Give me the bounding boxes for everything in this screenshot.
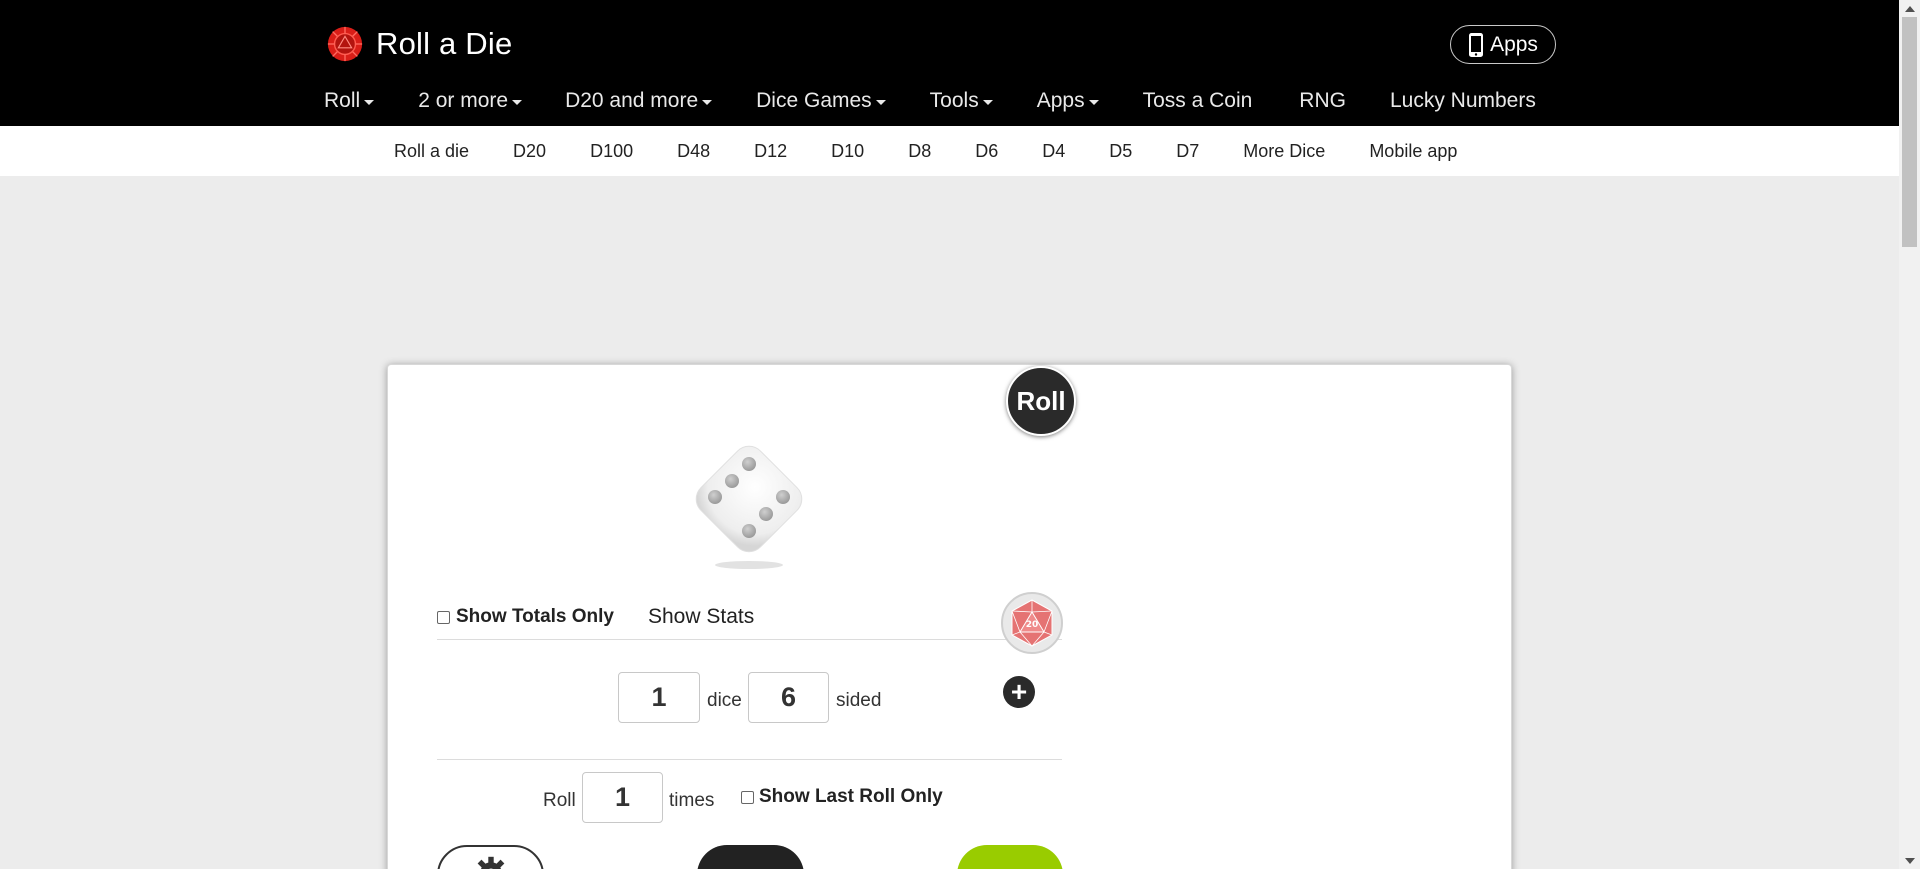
subnav-item-d48[interactable]: D48 [677,141,710,162]
nav-item-label: Roll [324,89,361,112]
roll-button[interactable]: Roll [1006,366,1076,436]
subnav-item-d100[interactable]: D100 [590,141,633,162]
show-totals-only-checkbox[interactable] [437,610,450,624]
page-scrollbar[interactable] [1899,0,1920,869]
nav-item-apps[interactable]: Apps [1037,89,1099,113]
show-last-roll-only-label: Show Last Roll Only [759,786,943,807]
scroll-down-arrow-icon[interactable] [1899,852,1920,869]
caret-down-icon [364,99,375,105]
sides-input[interactable]: 6 [748,672,829,723]
subnav-item-d5[interactable]: D5 [1109,141,1132,162]
nav-item-label: D20 and more [565,89,699,112]
roll-go-button[interactable] [957,845,1063,869]
gear-icon [477,856,505,869]
show-totals-only-label: Show Totals Only [456,606,614,627]
subnav-item-d10[interactable]: D10 [831,141,864,162]
subnav-item-mobile-app[interactable]: Mobile app [1369,141,1457,162]
nav-item-label: Tools [929,89,979,112]
dice-subnav: Roll a die D20 D100 D48 D12 D10 D8 D6 D4… [0,126,1899,176]
brand-logo-icon [327,26,363,62]
d20-icon: 20 [1011,599,1053,647]
nav-item-roll[interactable]: Roll [324,89,375,113]
roll-times-input[interactable]: 1 [582,772,663,823]
add-dice-button[interactable]: + [1003,676,1035,708]
subnav-item-d20[interactable]: D20 [513,141,546,162]
d20-button[interactable]: 20 [1001,592,1063,654]
nav-item-label: Lucky Numbers [1389,89,1536,112]
die-five-icon[interactable] [680,430,818,572]
nav-item-rng[interactable]: RNG [1299,89,1346,113]
nav-item-lucky-numbers[interactable]: Lucky Numbers [1390,89,1536,113]
show-last-roll-only-toggle[interactable]: Show Last Roll Only [741,786,943,808]
nav-item-d20-and-more[interactable]: D20 and more [565,89,713,113]
caret-down-icon [982,99,993,105]
nav-item-tools[interactable]: Tools [930,89,993,113]
apps-button[interactable]: Apps [1450,25,1556,64]
d20-icon-number: 20 [1026,620,1039,630]
show-totals-only-toggle[interactable]: Show Totals Only [437,606,614,628]
top-header: Roll a Die Apps Roll 2 or more D20 and m… [0,0,1899,126]
brand-link[interactable]: Roll a Die [326,22,512,66]
nav-item-label: Apps [1036,89,1085,112]
dice-label: dice [707,690,742,711]
nav-item-label: 2 or more [418,89,509,112]
show-last-roll-only-checkbox[interactable] [741,790,754,804]
caret-down-icon [1088,99,1099,105]
apps-button-label: Apps [1490,32,1538,56]
nav-item-label: Toss a Coin [1142,89,1253,112]
caret-down-icon [512,99,523,105]
sided-label: sided [836,690,882,711]
nav-item-toss-a-coin[interactable]: Toss a Coin [1143,89,1253,113]
subnav-item-more-dice[interactable]: More Dice [1243,141,1325,162]
nav-item-dice-games[interactable]: Dice Games [756,89,886,113]
settings-button[interactable] [437,845,544,869]
subnav-item-roll-a-die[interactable]: Roll a die [394,141,469,162]
roll-times-prefix-label: Roll [543,790,576,811]
subnav-item-d4[interactable]: D4 [1042,141,1065,162]
main-nav: Roll 2 or more D20 and more Dice Games T… [324,86,1536,116]
section-divider [437,759,1062,760]
nav-item-label: Dice Games [756,89,872,112]
nav-item-label: RNG [1299,89,1346,112]
dice-count-input[interactable]: 1 [618,672,700,723]
caret-down-icon [875,99,886,105]
clear-button[interactable] [697,845,804,869]
caret-down-icon [702,99,713,105]
subnav-item-d8[interactable]: D8 [908,141,931,162]
scrollbar-thumb[interactable] [1902,17,1917,247]
times-label: times [669,790,715,811]
brand-name: Roll a Die [376,26,513,61]
show-stats-link[interactable]: Show Stats [648,605,754,629]
subnav-item-d7[interactable]: D7 [1176,141,1199,162]
plus-icon: + [1010,676,1028,707]
nav-item-2-or-more[interactable]: 2 or more [418,89,523,113]
subnav-item-d12[interactable]: D12 [754,141,787,162]
dice-subnav-items: Roll a die D20 D100 D48 D12 D10 D8 D6 D4… [394,126,1457,176]
subnav-item-d6[interactable]: D6 [975,141,998,162]
display-options-row: Show Totals Only Show Stats [437,594,1062,640]
phone-icon [1469,32,1484,57]
scroll-up-arrow-icon[interactable] [1899,0,1920,17]
